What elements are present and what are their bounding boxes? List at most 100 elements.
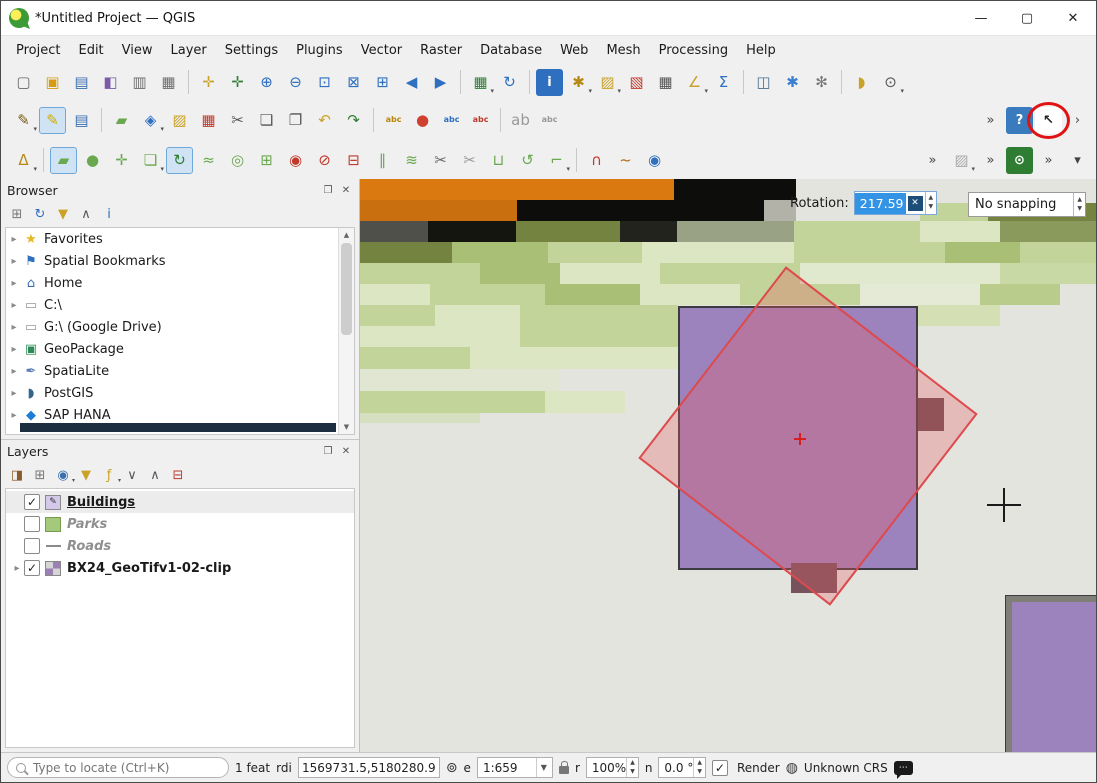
snapping-options-button[interactable]: ◉ xyxy=(641,147,668,174)
collapse-all-layers-button[interactable]: ∧ xyxy=(145,465,165,485)
menu-item-view[interactable]: View xyxy=(113,38,162,63)
menu-item-project[interactable]: Project xyxy=(7,38,69,63)
add-group-button[interactable]: ⊞ xyxy=(30,465,50,485)
identify-features-button[interactable]: i xyxy=(536,69,563,96)
layer-item-bx24-geotifv1-02-clip[interactable]: ▸✓BX24_GeoTifv1-02-clip xyxy=(6,557,354,579)
toolbar-overflow-button[interactable]: » xyxy=(977,107,1004,134)
simplify-feature-button[interactable]: ≈ xyxy=(195,147,222,174)
maximize-button[interactable]: ▢ xyxy=(1004,1,1050,35)
data-source-manager-button[interactable]: ◫ xyxy=(750,69,777,96)
coordinate-display[interactable]: 1569731.5,5180280.9 xyxy=(298,757,440,778)
browser-item-g-google-drive[interactable]: ▸▭G:\ (Google Drive) xyxy=(6,316,354,338)
expand-arrow-icon[interactable]: ▸ xyxy=(6,344,22,355)
refresh-browser-button[interactable]: ↻ xyxy=(30,204,50,224)
expand-all-layers-button[interactable]: ∨ xyxy=(122,465,142,485)
map-tips-button[interactable]: ◗ xyxy=(848,69,875,96)
redo-button[interactable]: ↷ xyxy=(340,107,367,134)
minimize-button[interactable]: — xyxy=(958,1,1004,35)
split-parts-button[interactable]: ✂ xyxy=(456,147,483,174)
properties-widget-button[interactable]: i xyxy=(99,204,119,224)
browser-item-geopackage[interactable]: ▸▣GeoPackage xyxy=(6,338,354,360)
layer-item-buildings[interactable]: ✓✎Buildings xyxy=(6,491,354,513)
rotation-input[interactable]: 217.59 ✕ ▲▼ xyxy=(854,191,937,215)
circled-tool-button[interactable]: ↖ xyxy=(1035,107,1062,134)
delete-part-button[interactable]: ⊟ xyxy=(340,147,367,174)
overflow-3-button[interactable]: » xyxy=(1035,147,1062,174)
scale-combo[interactable]: 1:659 ▼ xyxy=(477,757,553,778)
browser-item-spatial-bookmarks[interactable]: ▸⚑Spatial Bookmarks xyxy=(6,250,354,272)
menu-item-help[interactable]: Help xyxy=(737,38,785,63)
statistical-summary-button[interactable]: Σ xyxy=(710,69,737,96)
tracing-button[interactable]: ~ xyxy=(612,147,639,174)
new-map-view-button[interactable]: ▦▾ xyxy=(467,69,494,96)
modify-attributes-button[interactable]: ▨ xyxy=(166,107,193,134)
zoom-full-button[interactable]: ⊡ xyxy=(311,69,338,96)
expand-arrow-icon[interactable]: ▸ xyxy=(6,322,22,333)
snapping-combo[interactable]: No snapping ▲▼ xyxy=(968,192,1086,217)
locate-input[interactable] xyxy=(31,760,220,776)
trim-extend-button[interactable]: ⌐▾ xyxy=(543,147,570,174)
zoom-in-button[interactable]: ⊕ xyxy=(253,69,280,96)
options-button[interactable]: ✻ xyxy=(808,69,835,96)
processing-toolbox-button[interactable]: ✱ xyxy=(779,69,806,96)
rotate-feature-button[interactable]: ↻ xyxy=(166,147,193,174)
scroll-down-icon[interactable]: ▼ xyxy=(339,420,354,434)
browser-item-favorites[interactable]: ▸★Favorites xyxy=(6,228,354,250)
manage-map-themes-button[interactable]: ◉▾ xyxy=(53,465,73,485)
rotation-spinbox[interactable]: 0.0 ° ▲▼ xyxy=(658,757,706,778)
delete-ring-button[interactable]: ⊘ xyxy=(311,147,338,174)
browser-close-button[interactable]: ✕ xyxy=(339,183,353,197)
cut-features-button[interactable]: ✂ xyxy=(224,107,251,134)
layer-item-parks[interactable]: Parks xyxy=(6,513,354,535)
zoom-to-selection-button[interactable]: ⊠ xyxy=(340,69,367,96)
rotation-spinner[interactable]: ▲▼ xyxy=(925,192,937,214)
save-layer-edits-button[interactable]: ▤ xyxy=(68,107,95,134)
move-label-button[interactable]: ab xyxy=(507,107,534,134)
pan-map-button[interactable]: ✛ xyxy=(195,69,222,96)
browser-float-button[interactable]: ❐ xyxy=(321,183,335,197)
paste-features-button[interactable]: ❐ xyxy=(282,107,309,134)
crs-icon[interactable]: ◍ xyxy=(786,761,798,775)
save-project-button[interactable]: ▤ xyxy=(68,69,95,96)
magnifier-spinner[interactable]: ▲▼ xyxy=(626,758,638,777)
filter-browser-button[interactable]: ▼ xyxy=(53,204,73,224)
offset-curve-button[interactable]: ∥ xyxy=(369,147,396,174)
extents-toggle-icon[interactable]: ⊚ xyxy=(446,761,458,775)
chevron-down-icon[interactable]: ▼ xyxy=(536,758,547,777)
copy-features-button[interactable]: ❏ xyxy=(253,107,280,134)
expand-arrow-icon[interactable]: ▸ xyxy=(6,410,22,421)
new-print-layout-button[interactable]: ▥ xyxy=(126,69,153,96)
menu-item-mesh[interactable]: Mesh xyxy=(597,38,649,63)
change-label-button[interactable]: abc xyxy=(536,107,563,134)
browser-item-spatialite[interactable]: ▸✒SpatiaLite xyxy=(6,360,354,382)
messages-icon[interactable]: ⋯ xyxy=(894,761,913,775)
layer-visibility-checkbox[interactable]: ✓ xyxy=(24,560,40,576)
deselect-features-button[interactable]: ▧ xyxy=(623,69,650,96)
layers-close-button[interactable]: ✕ xyxy=(339,444,353,458)
rotate-point-symbols-button[interactable]: ↺ xyxy=(514,147,541,174)
layers-float-button[interactable]: ❐ xyxy=(321,444,335,458)
map-canvas[interactable]: Rotation: 217.59 ✕ ▲▼ No snapping ▲▼ xyxy=(360,179,1096,752)
locate-box[interactable] xyxy=(7,757,229,778)
menu-item-layer[interactable]: Layer xyxy=(162,38,216,63)
menu-item-database[interactable]: Database xyxy=(471,38,551,63)
osm-search-button[interactable]: ⊙ xyxy=(1006,147,1033,174)
open-project-button[interactable]: ▣ xyxy=(39,69,66,96)
layer-visibility-checkbox[interactable] xyxy=(24,516,40,532)
zoom-next-button[interactable]: ▶ xyxy=(427,69,454,96)
add-polygon-feature-button[interactable]: ▰ xyxy=(108,107,135,134)
reshape-features-button[interactable]: ≋ xyxy=(398,147,425,174)
open-layer-styling-button[interactable]: ◨ xyxy=(7,465,27,485)
highlight-labels-button[interactable]: abc xyxy=(467,107,494,134)
add-selected-layers-button[interactable]: ⊞ xyxy=(7,204,27,224)
snapping-spinner[interactable]: ▲▼ xyxy=(1073,193,1085,216)
scroll-up-icon[interactable]: ▲ xyxy=(339,228,354,242)
add-part-button[interactable]: ⊞ xyxy=(253,147,280,174)
move-feature-button[interactable]: ✛ xyxy=(108,147,135,174)
delete-selected-button[interactable]: ▦ xyxy=(195,107,222,134)
expand-arrow-icon[interactable]: ▸ xyxy=(6,278,22,289)
snapping-button[interactable]: ∩ xyxy=(583,147,610,174)
browser-item-home[interactable]: ▸⌂Home xyxy=(6,272,354,294)
help-button[interactable]: ? xyxy=(1006,107,1033,134)
browser-item-postgis[interactable]: ▸◗PostGIS xyxy=(6,382,354,404)
